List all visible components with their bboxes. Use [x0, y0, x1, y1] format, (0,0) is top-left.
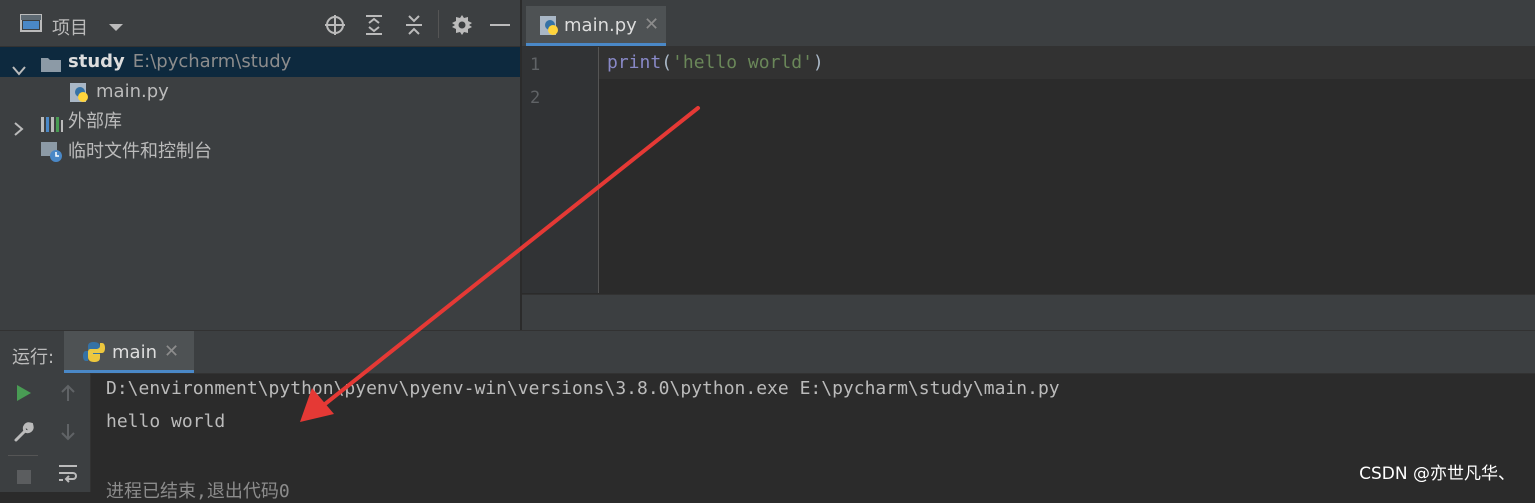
tree-item-label: 外部库	[68, 111, 122, 132]
console-exit-line: 进程已结束,退出代码0	[106, 481, 290, 502]
stop-icon[interactable]	[10, 463, 38, 491]
chevron-down-icon[interactable]	[108, 18, 124, 37]
run-header: 运行: main ✕	[0, 330, 1535, 374]
python-icon	[82, 340, 106, 368]
close-icon[interactable]: ✕	[164, 341, 179, 362]
editor: main.py ✕ 1 2 print('hello world')	[522, 0, 1535, 331]
close-icon[interactable]: ✕	[644, 14, 659, 35]
code-string: 'hello world'	[672, 52, 813, 73]
project-title[interactable]: 项目	[52, 14, 88, 40]
tab-main-py[interactable]: main.py ✕	[526, 6, 666, 46]
tree-item-study[interactable]: study E:\pycharm\study	[0, 47, 520, 77]
line-number: 1	[530, 55, 541, 75]
project-window-icon[interactable]	[20, 14, 42, 36]
run-title: 运行:	[12, 347, 55, 368]
run-toolbar	[0, 373, 91, 492]
tree-item-label: study	[68, 51, 125, 72]
gear-icon[interactable]	[450, 13, 474, 41]
console-output-line: hello world	[106, 411, 226, 432]
soft-wrap-icon[interactable]	[54, 459, 82, 487]
code-line-1[interactable]: print('hello world')	[607, 52, 824, 73]
expand-all-icon[interactable]	[364, 14, 384, 40]
toolbar-divider	[438, 10, 439, 38]
code-paren-open: (	[661, 52, 673, 73]
minimize-icon[interactable]	[490, 24, 510, 26]
editor-breadcrumb-bar	[522, 294, 1535, 331]
tab-label: main.py	[564, 15, 637, 36]
watermark: CSDN @亦世凡华、	[1359, 464, 1515, 484]
code-keyword: print	[607, 52, 662, 73]
tree-item-scratches[interactable]: 临时文件和控制台	[0, 137, 520, 167]
tree-item-label: 临时文件和控制台	[68, 141, 212, 162]
scratches-icon	[40, 141, 64, 173]
tree-item-label: main.py	[96, 81, 169, 102]
line-number: 2	[530, 88, 541, 108]
tab-label: main	[112, 342, 157, 363]
line-number-gutter: 1 2	[522, 47, 599, 293]
collapse-all-icon[interactable]	[404, 14, 424, 40]
run-tab-main[interactable]: main ✕	[64, 331, 194, 373]
project-header: 项目	[0, 0, 520, 47]
tree-item-external-libraries[interactable]: 外部库	[0, 107, 520, 137]
python-file-icon	[538, 15, 560, 41]
editor-tab-bar: main.py ✕	[522, 0, 1535, 47]
console-command-line: D:\environment\python\pyenv\pyenv-win\ve…	[106, 378, 1060, 399]
code-paren-close: )	[812, 52, 824, 73]
tree-item-path: E:\pycharm\study	[132, 51, 292, 72]
arrow-down-icon[interactable]	[54, 418, 82, 446]
arrow-up-icon[interactable]	[54, 379, 82, 407]
locate-icon[interactable]	[324, 14, 346, 40]
run-panel: 运行: main ✕ D:\environment\python\pyenv\p…	[0, 330, 1535, 502]
rerun-icon[interactable]	[10, 379, 38, 407]
project-panel: 项目 study E:\pycharm\study main.py 外部库 临时…	[0, 0, 520, 330]
tree-item-main-py[interactable]: main.py	[0, 77, 520, 107]
wrench-icon[interactable]	[10, 418, 38, 446]
toolbar-divider	[8, 455, 38, 456]
